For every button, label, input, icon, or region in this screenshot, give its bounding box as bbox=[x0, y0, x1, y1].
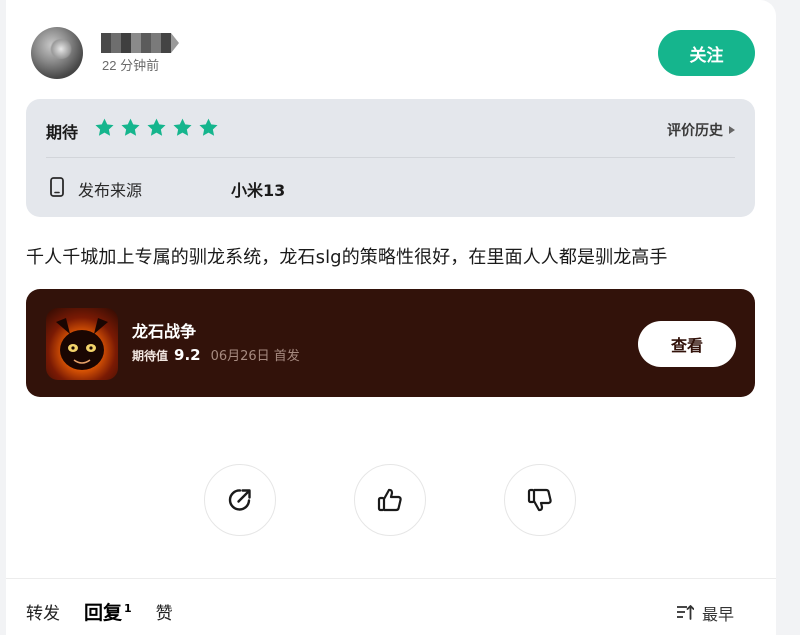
comment-tabs: 转发 回复 1 赞 bbox=[26, 598, 197, 625]
source-label: 发布来源 bbox=[78, 181, 143, 200]
star-rating bbox=[94, 117, 219, 138]
thumbs-down-icon bbox=[527, 488, 552, 512]
sort-icon bbox=[677, 605, 694, 620]
sort-control[interactable]: 最早 bbox=[676, 601, 734, 625]
share-button[interactable] bbox=[204, 464, 276, 536]
review-text: 千人千城加上专属的驯龙系统，龙石slg的策略性很好，在里面人人都是驯龙高手 bbox=[26, 247, 668, 268]
share-icon bbox=[228, 489, 251, 511]
game-icon[interactable] bbox=[46, 308, 118, 380]
follow-button[interactable]: 关注 bbox=[658, 30, 755, 76]
post-timestamp: 22 分钟前 bbox=[102, 58, 160, 73]
view-game-button[interactable]: 查看 bbox=[638, 321, 736, 367]
rating-label: 期待 bbox=[46, 123, 79, 142]
source-device: 小米13 bbox=[231, 181, 286, 200]
game-title[interactable]: 龙石战争 bbox=[132, 318, 196, 342]
dislike-button[interactable] bbox=[504, 464, 576, 536]
user-avatar[interactable] bbox=[31, 27, 83, 79]
star-icon bbox=[147, 118, 166, 136]
username-pixelated[interactable] bbox=[101, 33, 179, 53]
tab-like[interactable]: 赞 bbox=[156, 599, 173, 624]
tab-reply[interactable]: 回复 1 bbox=[84, 598, 132, 625]
rating-panel: 期待 评价历史 发布来源 小米13 bbox=[26, 99, 755, 217]
reply-count: 1 bbox=[124, 601, 132, 615]
game-meta: 期待值 9.2 06月26日 首发 bbox=[132, 345, 300, 364]
tab-forward[interactable]: 转发 bbox=[26, 599, 60, 624]
sort-label: 最早 bbox=[702, 605, 735, 624]
review-card: 22 分钟前 关注 期待 评价历史 发布来源 小米13 千人千城加上专属的驯龙系… bbox=[6, 0, 776, 635]
game-card[interactable]: 龙石战争 期待值 9.2 06月26日 首发 查看 bbox=[26, 289, 755, 397]
expectation-label: 期待值 bbox=[132, 349, 169, 363]
panel-divider bbox=[46, 157, 735, 158]
section-divider bbox=[6, 578, 776, 579]
caret-right-icon bbox=[729, 126, 735, 134]
thumbs-up-icon bbox=[377, 488, 402, 512]
release-date: 06月26日 首发 bbox=[210, 349, 300, 364]
star-icon bbox=[121, 118, 140, 136]
phone-icon bbox=[50, 177, 64, 197]
expectation-score: 9.2 bbox=[174, 346, 201, 364]
rating-history-link[interactable]: 评价历史 bbox=[667, 120, 735, 140]
star-icon bbox=[95, 118, 114, 136]
star-icon bbox=[199, 118, 218, 136]
like-button[interactable] bbox=[354, 464, 426, 536]
tab-reply-label: 回复 bbox=[84, 602, 123, 624]
star-icon bbox=[173, 118, 192, 136]
rating-history-label: 评价历史 bbox=[667, 123, 723, 139]
